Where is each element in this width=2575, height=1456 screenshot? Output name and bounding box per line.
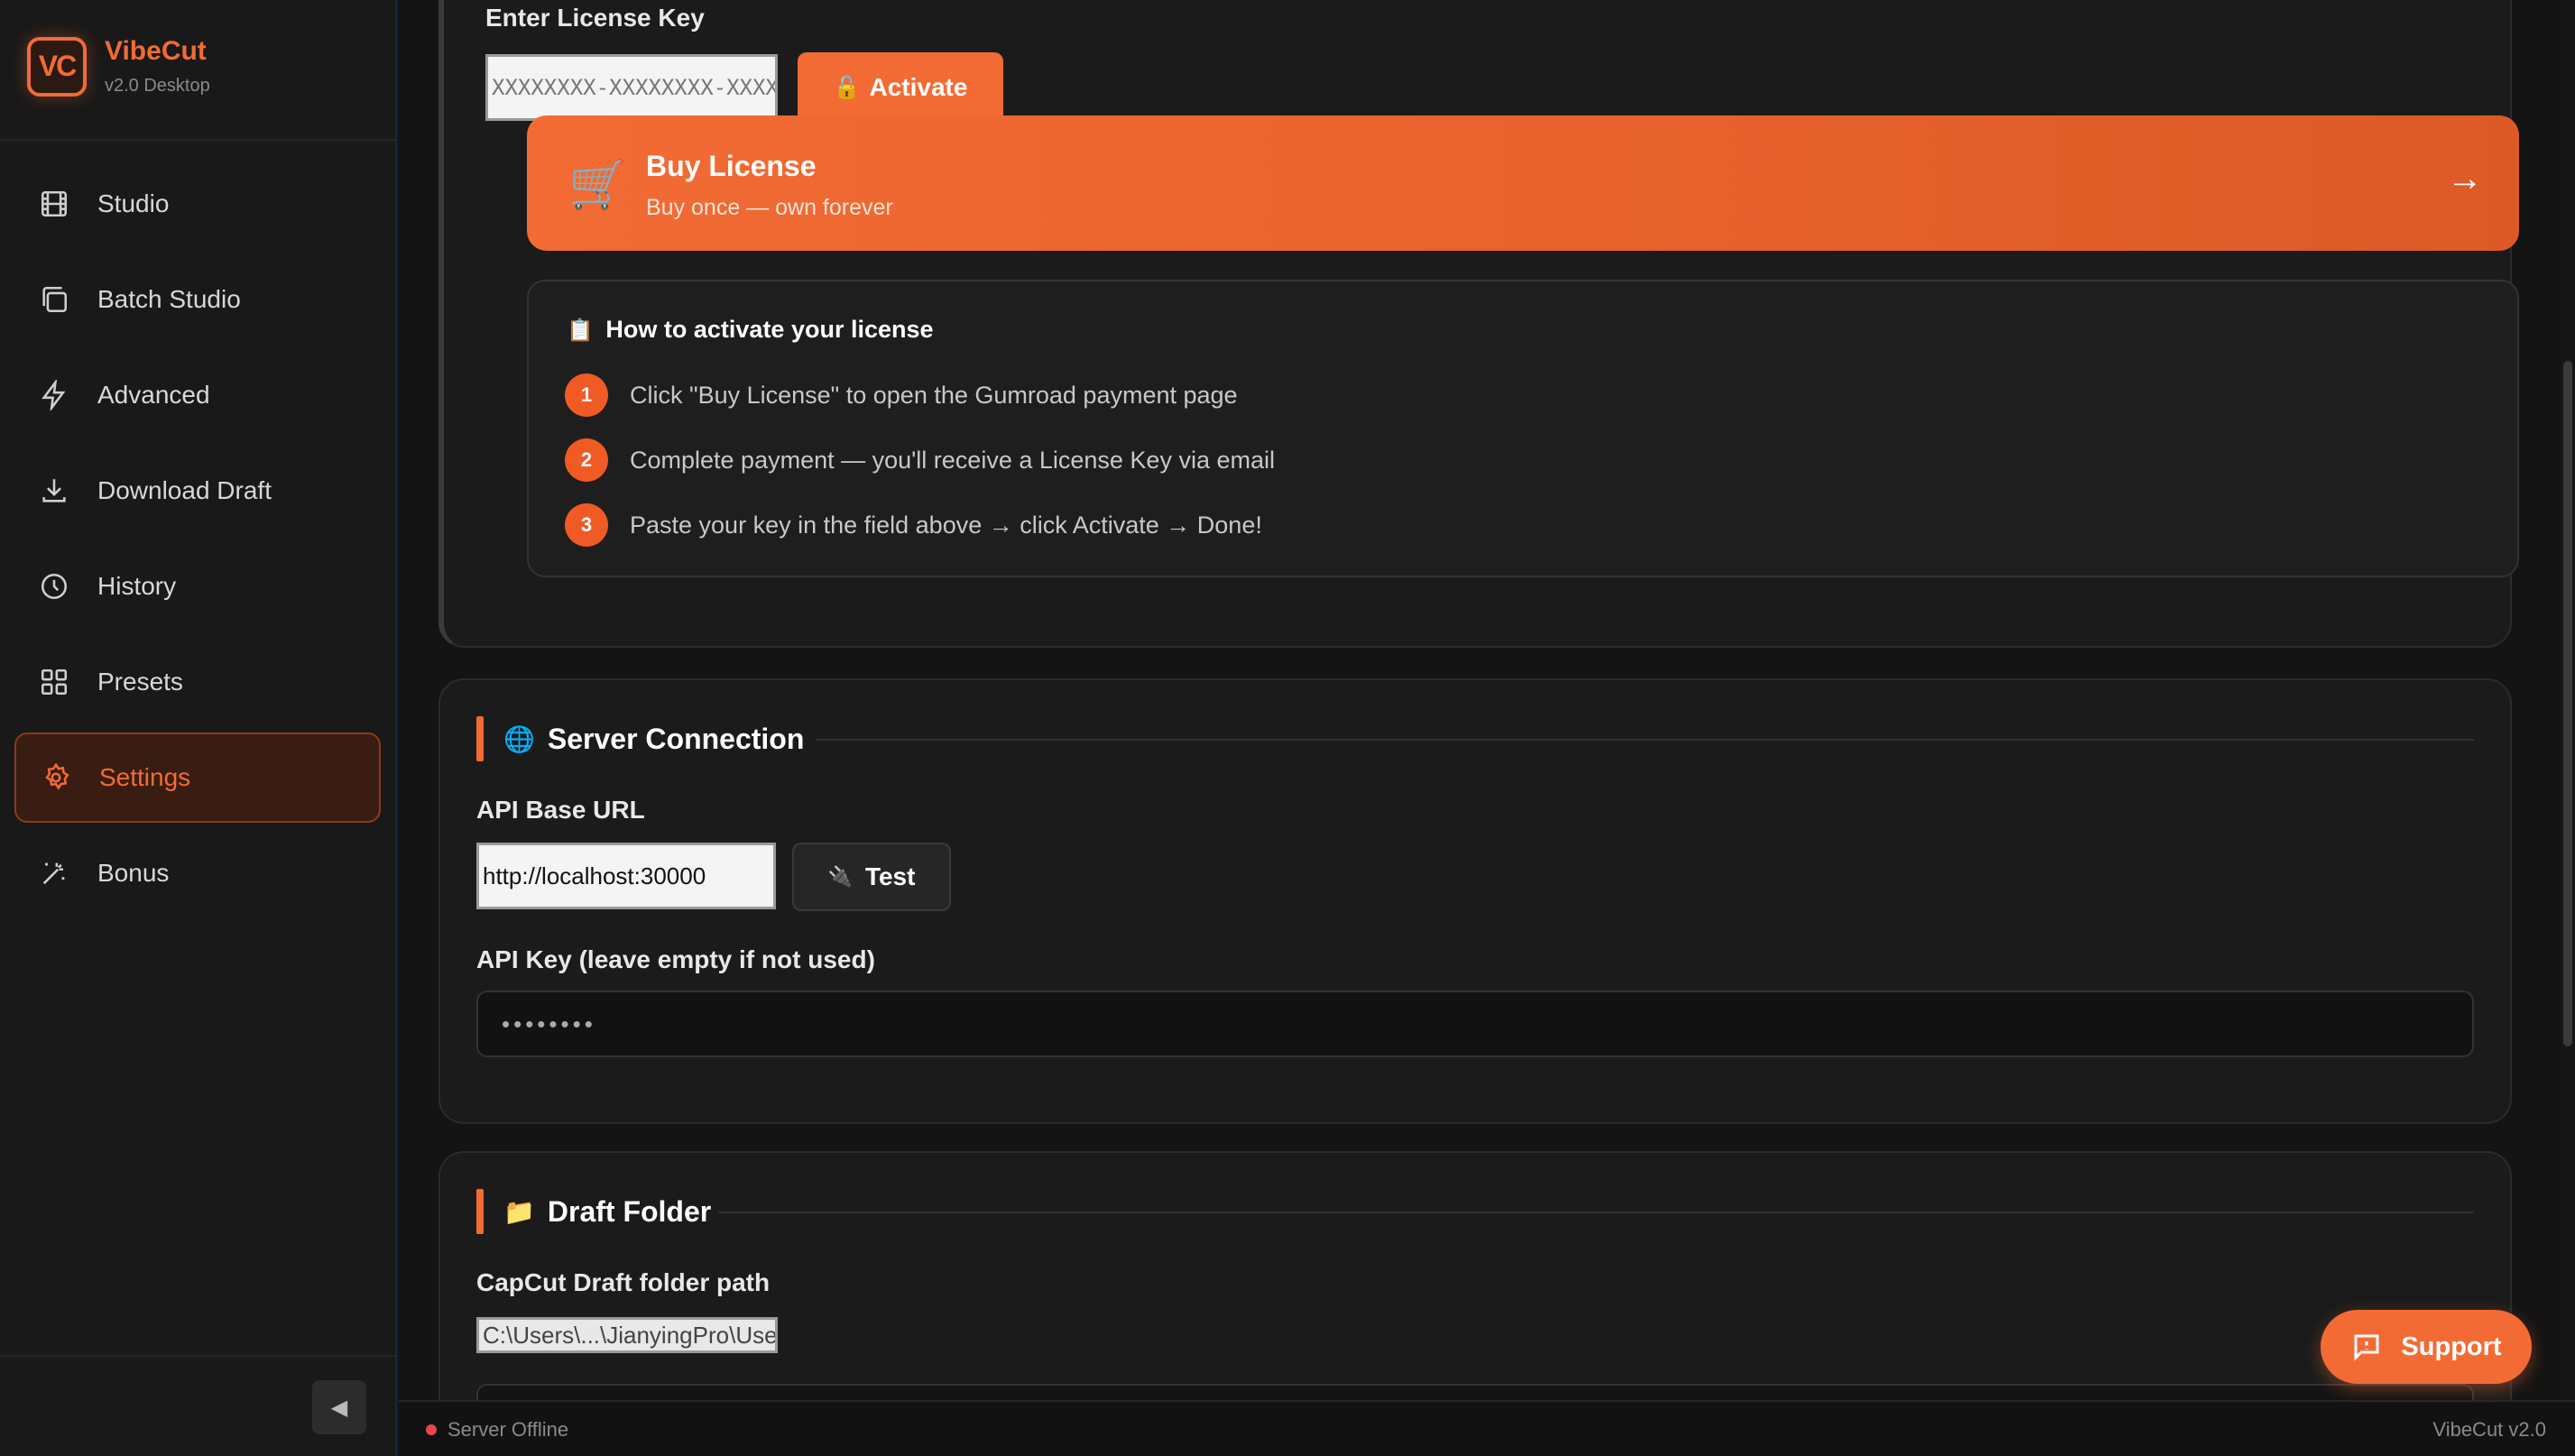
section-header: 📁 Draft Folder xyxy=(476,1189,711,1234)
divider xyxy=(718,1212,2474,1213)
sidebar-item-label: Bonus xyxy=(97,859,170,887)
sidebar-item-studio[interactable]: Studio xyxy=(14,159,381,249)
sidebar-item-history[interactable]: History xyxy=(14,541,381,631)
buy-license-subtitle: Buy once — own forever xyxy=(646,195,893,220)
license-key-label: Enter License Key xyxy=(485,4,705,32)
draft-path-label: CapCut Draft folder path xyxy=(476,1268,771,1296)
howto-panel: 📋 How to activate your license 1 Click "… xyxy=(527,280,2519,577)
sidebar-item-label: Presets xyxy=(97,668,183,696)
sidebar-item-presets[interactable]: Presets xyxy=(14,637,381,727)
section-header: 🌐 Server Connection xyxy=(476,716,804,761)
folder-icon: 📁 xyxy=(503,1197,535,1226)
sidebar-item-download-draft[interactable]: Download Draft xyxy=(14,446,381,536)
gear-icon xyxy=(40,761,72,794)
sidebar-item-label: Download Draft xyxy=(97,476,272,504)
list-item: 3 Paste your key in the field above → cl… xyxy=(565,503,1262,547)
step-number: 1 xyxy=(565,373,608,417)
chat-icon xyxy=(2350,1331,2383,1363)
sidebar: VC VibeCut v2.0 Desktop Studio Batch Stu… xyxy=(0,0,397,1456)
sidebar-nav: Studio Batch Studio Advanced Download Dr… xyxy=(14,159,381,924)
list-item: 2 Complete payment — you'll receive a Li… xyxy=(565,438,1275,482)
sidebar-item-batch-studio[interactable]: Batch Studio xyxy=(14,254,381,345)
support-label: Support xyxy=(2401,1332,2502,1361)
sidebar-item-settings[interactable]: Settings xyxy=(14,733,381,823)
status-dot xyxy=(426,1424,437,1435)
divider xyxy=(0,1355,397,1357)
activate-label: Activate xyxy=(869,73,968,101)
license-key-input[interactable]: XXXXXXXX-XXXXXXXX-XXXXXXXX xyxy=(485,54,778,121)
test-label: Test xyxy=(864,862,916,890)
step-text: Complete payment — you'll receive a Lice… xyxy=(630,446,1275,474)
activate-button[interactable]: 🔓 Activate xyxy=(798,52,1003,123)
accent-bar xyxy=(476,1189,484,1234)
howto-heading: 📋 How to activate your license xyxy=(567,316,934,344)
test-connection-button[interactable]: 🔌 Test xyxy=(792,843,951,911)
logo: VC xyxy=(27,36,87,97)
sidebar-item-label: Batch Studio xyxy=(97,285,241,313)
draft-path-input[interactable]: C:\Users\...\JianyingPro\User Data\Proje… xyxy=(476,1317,778,1353)
divider xyxy=(816,739,2474,741)
arrow-right-icon: → xyxy=(2447,159,2483,198)
buy-license-button[interactable]: 🛒 Buy License Buy once — own forever → xyxy=(527,115,2519,251)
lightning-icon xyxy=(38,379,70,411)
scrollbar-thumb[interactable] xyxy=(2563,361,2572,1046)
divider xyxy=(0,139,397,141)
magic-wand-icon xyxy=(38,857,70,889)
support-button[interactable]: Support xyxy=(2321,1310,2532,1384)
chevron-left-icon: ◀ xyxy=(330,1395,348,1420)
download-icon xyxy=(38,475,70,507)
path-field-container xyxy=(476,1384,2474,1400)
brand[interactable]: VC VibeCut v2.0 Desktop xyxy=(27,36,210,97)
section-title: Server Connection xyxy=(547,722,805,755)
app-version-footer: VibeCut v2.0 xyxy=(2432,1418,2546,1441)
list-item: 1 Click "Buy License" to open the Gumroa… xyxy=(565,373,1238,417)
main-content: Enter License Key XXXXXXXX-XXXXXXXX-XXXX… xyxy=(399,0,2575,1400)
api-key-input[interactable]: •••••••• xyxy=(476,991,2474,1057)
globe-icon: 🌐 xyxy=(503,724,535,753)
clock-icon xyxy=(38,570,70,603)
app-version: v2.0 Desktop xyxy=(105,76,210,96)
api-base-url-label: API Base URL xyxy=(476,796,645,824)
sidebar-item-label: Advanced xyxy=(97,381,210,409)
license-card: Enter License Key XXXXXXXX-XXXXXXXX-XXXX… xyxy=(438,0,2519,648)
server-status: Server Offline xyxy=(426,1418,568,1442)
api-base-url-input[interactable]: http://localhost:30000 xyxy=(476,843,776,909)
status-bar: Server Offline VibeCut v2.0 xyxy=(399,1400,2575,1456)
howto-title: How to activate your license xyxy=(605,316,934,343)
step-number: 3 xyxy=(565,503,608,547)
step-text: Click "Buy License" to open the Gumroad … xyxy=(630,381,1238,409)
grid-icon xyxy=(38,666,70,698)
layers-icon xyxy=(38,283,70,316)
sidebar-item-bonus[interactable]: Bonus xyxy=(14,828,381,918)
film-icon xyxy=(38,188,70,220)
app-name: VibeCut xyxy=(105,36,207,66)
step-text: Paste your key in the field above → clic… xyxy=(630,511,1262,539)
sidebar-item-advanced[interactable]: Advanced xyxy=(14,350,381,440)
section-title: Draft Folder xyxy=(547,1194,712,1228)
sidebar-item-label: History xyxy=(97,572,177,600)
unlock-icon: 🔓 xyxy=(833,75,861,100)
collapse-sidebar-button[interactable]: ◀ xyxy=(312,1380,366,1434)
server-connection-card: 🌐 Server Connection API Base URL http://… xyxy=(438,678,2512,1124)
cart-icon: 🛒 xyxy=(568,159,627,211)
step-number: 2 xyxy=(565,438,608,482)
api-key-label: API Key (leave empty if not used) xyxy=(476,945,875,973)
sidebar-item-label: Studio xyxy=(97,189,170,217)
buy-license-title: Buy License xyxy=(646,150,817,182)
draft-folder-card: 📁 Draft Folder CapCut Draft folder path … xyxy=(438,1151,2512,1400)
sidebar-item-label: Settings xyxy=(99,763,191,791)
plug-icon: 🔌 xyxy=(827,865,853,888)
status-text: Server Offline xyxy=(448,1418,569,1441)
clipboard-icon: 📋 xyxy=(567,318,594,343)
accent-bar xyxy=(476,716,484,761)
